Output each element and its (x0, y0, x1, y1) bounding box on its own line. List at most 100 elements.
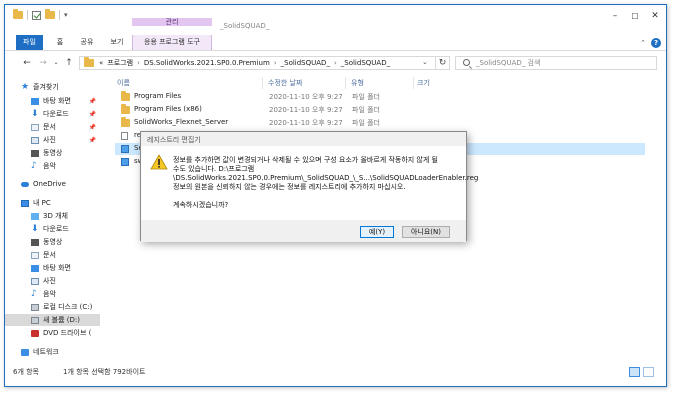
pc-icon (21, 199, 29, 207)
sidebar-item-pictures-pc[interactable]: 사진 (5, 275, 100, 287)
video-icon (31, 149, 39, 157)
column-divider[interactable] (345, 77, 346, 89)
forward-arrow-icon[interactable]: → (37, 57, 49, 69)
maximize-icon[interactable]: ☐ (625, 10, 645, 22)
item-count: 6개 항목 (13, 368, 39, 376)
picture-icon (31, 136, 39, 144)
tab-file[interactable]: 파일 (16, 35, 43, 50)
tab-view[interactable]: 보기 (107, 35, 127, 50)
sidebar-item-this-pc[interactable]: 내 PC (5, 197, 100, 209)
breadcrumb-item[interactable]: 프로그램 (107, 58, 133, 68)
video-icon (31, 238, 39, 246)
navigation-bar: ← → ⌄ ↑ « 프로그램 › DS.SolidWorks.2021.SP0.… (5, 55, 666, 71)
tab-app-tools[interactable]: 응용 프로그램 도구 (132, 35, 212, 50)
column-divider[interactable] (262, 77, 263, 89)
selection-info: 1개 항목 선택함 792바이트 (63, 368, 146, 376)
dialog-footer: 예(Y) 아니요(N) (141, 220, 466, 242)
cube-icon (31, 212, 39, 220)
recent-chevron-icon[interactable]: ⌄ (50, 57, 62, 69)
sidebar-item-pictures[interactable]: 사진 📌 (5, 134, 100, 146)
dvd-icon (31, 329, 39, 337)
pin-icon[interactable]: 📌 (89, 98, 96, 105)
sidebar-item-documents[interactable]: 문서 📌 (5, 121, 100, 133)
breadcrumb-item[interactable]: _SolidSQUAD_ (281, 59, 330, 67)
folder-icon (121, 91, 130, 101)
breadcrumb-item[interactable]: _SolidSQUAD_ (341, 59, 390, 67)
chevron-down-icon[interactable]: ▾ (64, 9, 68, 21)
breadcrumb-prefix: « (99, 59, 104, 67)
ribbon-tabs: 파일 홈 공유 보기 응용 프로그램 도구 ⌃ ? (5, 35, 666, 51)
breadcrumb-separator: › (137, 59, 140, 67)
drive-icon (31, 316, 39, 324)
sidebar-item-downloads-pc[interactable]: ⬇ 다운로드 (5, 223, 100, 235)
help-icon[interactable]: ? (651, 38, 661, 48)
new-folder-icon[interactable] (45, 9, 55, 21)
folder-icon (121, 104, 130, 114)
no-button[interactable]: 아니요(N) (402, 226, 450, 238)
divider (27, 10, 28, 20)
breadcrumb-separator: › (273, 59, 277, 67)
sidebar-item-music-pc[interactable]: ♪ 음악 (5, 288, 100, 300)
column-header-name[interactable]: 이름 (117, 78, 130, 88)
music-icon: ♪ (31, 288, 37, 299)
title-bar: ▾ 관리 _SolidSQUAD_ – ☐ ✕ (5, 5, 666, 30)
column-header-size[interactable]: 크기 (417, 78, 430, 88)
divider (59, 10, 60, 20)
music-icon: ♪ (31, 160, 37, 171)
back-arrow-icon[interactable]: ← (21, 57, 33, 69)
breadcrumb-item[interactable]: DS.SolidWorks.2021.SP0.0.Premium (144, 59, 270, 67)
pin-icon[interactable]: 📌 (89, 111, 96, 118)
dialog-body: 정보를 추가하면 값이 변경되거나 삭제될 수 있으며 구성 요소가 올바르게 … (141, 146, 478, 242)
status-bar: 6개 항목 1개 항목 선택함 792바이트 (5, 365, 666, 379)
sidebar-item-desktop-pc[interactable]: 바탕 화면 (5, 262, 100, 274)
address-dropdown-icon[interactable]: ⌄ (422, 58, 428, 66)
sidebar-item-music[interactable]: ♪ 음악 (5, 160, 100, 172)
sidebar-item-videos-pc[interactable]: 동영상 (5, 236, 100, 248)
column-divider[interactable] (413, 77, 414, 89)
sidebar-item-dvd-drive[interactable]: DVD 드라이브 ( (5, 327, 100, 339)
sidebar-item-documents-pc[interactable]: 문서 (5, 249, 100, 261)
chevron-up-icon[interactable]: ⌃ (640, 39, 646, 47)
desktop-icon (31, 264, 39, 272)
close-icon[interactable]: ✕ (645, 10, 665, 22)
column-header-type[interactable]: 유형 (351, 78, 364, 88)
dialog-question: 계속하시겠습니까? (173, 201, 229, 209)
sidebar-item-onedrive[interactable]: OneDrive (5, 178, 100, 190)
sidebar-item-videos[interactable]: 동영상 (5, 147, 100, 159)
sidebar-item-volume-d[interactable]: 새 볼륨 (D:) (5, 314, 100, 326)
large-icons-view-icon[interactable] (643, 367, 654, 377)
minimize-icon[interactable]: – (605, 10, 625, 22)
file-row[interactable]: Program Files 2020-11-10 오후 9:27 파일 폴더 (115, 91, 645, 103)
column-header-date[interactable]: 수정한 날짜 (268, 78, 302, 88)
folder-icon (84, 57, 94, 67)
registry-file-icon (121, 158, 129, 166)
sidebar-item-3d-objects[interactable]: 3D 개체 (5, 210, 100, 222)
search-input[interactable]: _SolidSQUAD_ 검색 (455, 56, 657, 70)
document-icon (31, 123, 39, 131)
drive-icon (31, 303, 39, 311)
details-view-icon[interactable] (629, 367, 640, 377)
sidebar-item-downloads[interactable]: ⬇ 다운로드 📌 (5, 108, 100, 120)
network-icon (21, 348, 29, 356)
address-bar[interactable]: « 프로그램 › DS.SolidWorks.2021.SP0.0.Premiu… (79, 56, 436, 70)
download-icon: ⬇ (31, 223, 39, 234)
download-icon: ⬇ (31, 108, 39, 119)
properties-check-icon[interactable] (32, 9, 41, 21)
sidebar-item-local-disk-c[interactable]: 로컬 디스크 (C:) (5, 301, 100, 313)
sidebar-item-network[interactable]: 네트워크 (5, 346, 100, 358)
registry-file-icon (121, 145, 129, 153)
sidebar-item-quick-access[interactable]: ★ 즐겨찾기 (5, 81, 100, 93)
refresh-icon[interactable]: ↻ (436, 56, 450, 70)
tab-share[interactable]: 공유 (77, 35, 97, 50)
yes-button[interactable]: 예(Y) (360, 226, 394, 238)
folder-icon[interactable] (13, 9, 23, 21)
tab-home[interactable]: 홈 (53, 35, 67, 50)
file-row[interactable]: SolidWorks_Flexnet_Server 2020-11-10 오후 … (115, 117, 645, 129)
up-arrow-icon[interactable]: ↑ (63, 57, 75, 69)
pin-icon[interactable]: 📌 (89, 137, 96, 144)
sidebar-item-desktop[interactable]: 바탕 화면 📌 (5, 95, 100, 107)
pin-icon[interactable]: 📌 (89, 124, 96, 131)
window-title: _SolidSQUAD_ (220, 22, 270, 30)
file-row[interactable]: Program Files (x86) 2020-11-10 오후 9:27 파… (115, 104, 645, 116)
picture-icon (31, 277, 39, 285)
